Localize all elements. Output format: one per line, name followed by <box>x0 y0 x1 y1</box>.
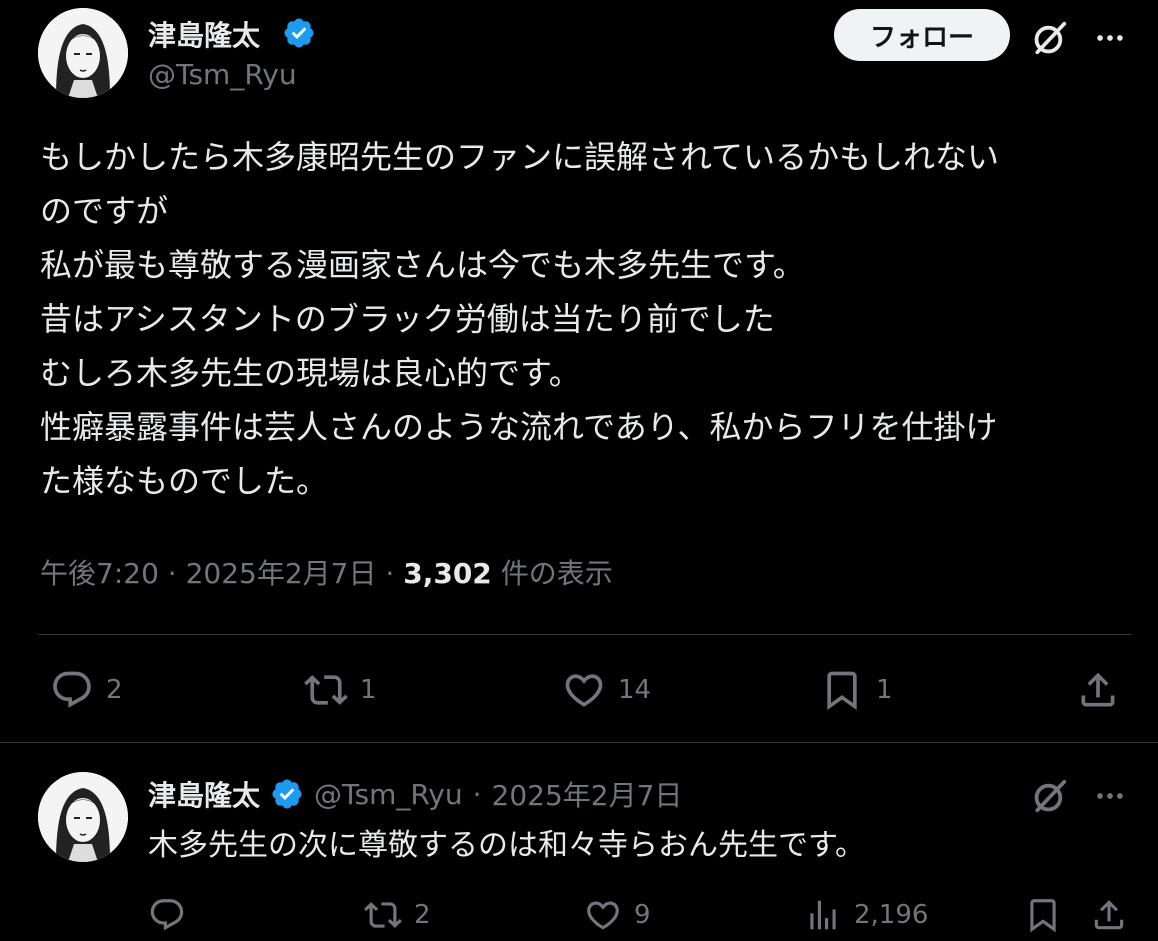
bookmark-icon <box>827 671 857 711</box>
grok-icon[interactable] <box>1028 774 1072 818</box>
retweet-icon <box>364 902 402 928</box>
meta-separator: · <box>385 557 395 590</box>
like-icon <box>565 674 603 707</box>
like-icon <box>587 901 619 930</box>
reply-icon <box>150 899 184 931</box>
tweet-text-line: た様なものでした。 <box>40 462 329 500</box>
more-icon[interactable] <box>1088 16 1132 60</box>
follow-button[interactable]: フォロー <box>834 9 1010 61</box>
grok-icon[interactable] <box>1028 16 1072 60</box>
author-avatar[interactable] <box>38 8 128 98</box>
bookmark-button[interactable]: 1 <box>820 668 893 712</box>
like-button[interactable]: 14 <box>562 668 651 712</box>
tweet-text-line: 性癖暴露事件は芸人さんのような流れであり、私からフリを仕掛け <box>40 408 998 446</box>
bookmark-button[interactable] <box>1024 896 1062 934</box>
share-icon <box>1094 900 1124 930</box>
avatar-illustration <box>38 8 128 98</box>
more-icon[interactable] <box>1088 774 1132 818</box>
tweet-text-line: 私が最も尊敬する漫画家さんは今でも木多先生です。 <box>40 246 805 284</box>
tweet-text-line: 昔はアシスタントのブラック労働は当たり前でした <box>40 300 775 338</box>
views-label: 件の表示 <box>500 557 613 590</box>
reply-button[interactable] <box>148 896 186 934</box>
tweet-text-line: むしろ木多先生の現場は良心的です。 <box>40 354 581 392</box>
reply-header: 津島隆太 @Tsm_Ryu · 2025年2月7日 <box>148 774 682 814</box>
tweet-meta: 午後7:20 · 2025年2月7日 · 3,302 件の表示 <box>40 552 613 592</box>
author-handle[interactable]: @Tsm_Ryu <box>148 58 297 91</box>
author-name[interactable]: 津島隆太 <box>148 14 260 54</box>
divider <box>38 634 1132 635</box>
reply-date[interactable]: 2025年2月7日 <box>492 774 683 814</box>
divider <box>0 742 1158 743</box>
like-count: 9 <box>634 900 651 930</box>
reply-count: 2 <box>106 675 123 705</box>
like-button[interactable]: 9 <box>584 896 651 934</box>
tweet-text-line: もしかしたら木多康昭先生のファンに誤解されているかもしれない <box>40 138 1000 176</box>
views-count[interactable]: 3,302 <box>403 557 492 590</box>
reply-text: 木多先生の次に尊敬するのは和々寺らおん先生です。 <box>148 828 865 863</box>
like-count: 14 <box>618 675 652 705</box>
retweet-button[interactable]: 1 <box>304 668 377 712</box>
tweet-text: もしかしたら木多康昭先生のファンに誤解されているかもしれない のですが 私が最も… <box>40 130 1120 508</box>
meta-separator: · <box>167 557 177 590</box>
retweet-count: 2 <box>414 900 431 930</box>
bookmark-icon <box>1030 899 1056 933</box>
reply-author-name[interactable]: 津島隆太 <box>148 774 260 814</box>
reply-icon <box>53 671 91 708</box>
reply-author-avatar[interactable] <box>38 772 128 862</box>
tweet-date[interactable]: 2025年2月7日 <box>186 557 377 590</box>
views-icon <box>810 900 836 930</box>
share-button[interactable] <box>1076 668 1120 712</box>
verified-badge-icon <box>284 18 314 48</box>
tweet-text-line: のですが <box>40 192 169 230</box>
verified-badge-icon <box>272 779 302 809</box>
avatar-illustration <box>38 772 128 862</box>
share-icon <box>1081 672 1115 707</box>
bookmark-count: 1 <box>876 675 893 705</box>
meta-separator: · <box>472 777 482 811</box>
retweet-icon <box>304 675 348 705</box>
tweet-time[interactable]: 午後7:20 <box>40 557 159 590</box>
views-button[interactable]: 2,196 <box>804 896 928 934</box>
retweet-count: 1 <box>360 675 377 705</box>
views-count: 2,196 <box>854 900 929 930</box>
reply-button[interactable]: 2 <box>50 668 123 712</box>
share-button[interactable] <box>1090 896 1128 934</box>
reply-author-handle[interactable]: @Tsm_Ryu <box>314 778 463 811</box>
retweet-button[interactable]: 2 <box>364 896 431 934</box>
